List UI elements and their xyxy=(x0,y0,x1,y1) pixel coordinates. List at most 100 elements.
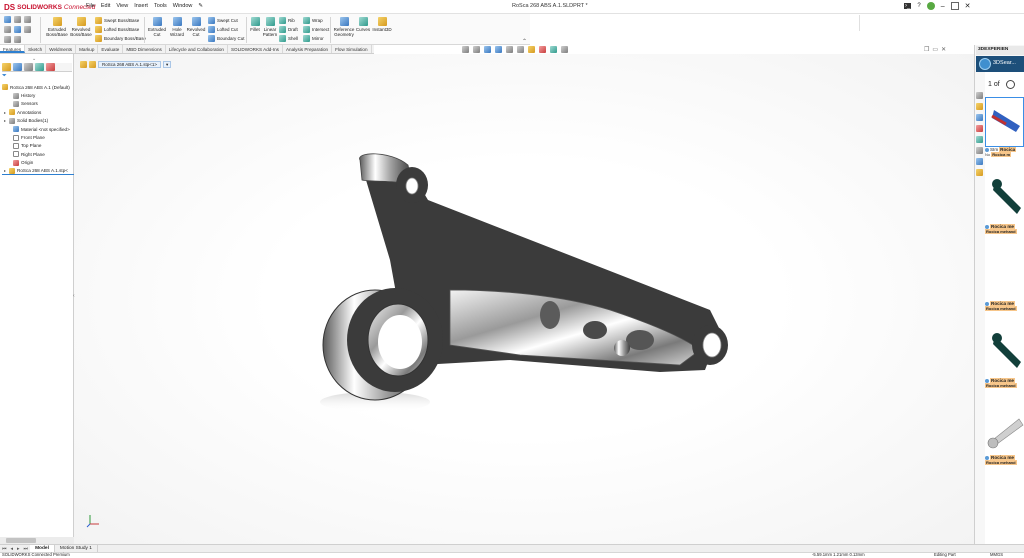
filter-icon[interactable]: ⏷ xyxy=(2,73,7,80)
home-button[interactable] xyxy=(4,16,11,23)
panel-splitter-handle[interactable]: ‹ xyxy=(73,293,75,299)
display-manager-tab-icon[interactable] xyxy=(46,63,55,71)
tab-mbd-dimensions[interactable]: MBD Dimensions xyxy=(123,45,166,53)
tab-markup[interactable]: Markup xyxy=(76,45,99,53)
custom-properties-icon[interactable] xyxy=(976,136,983,143)
new-button[interactable] xyxy=(14,16,21,23)
breadcrumb-dropdown[interactable]: ▾ xyxy=(163,60,172,68)
tab-addins[interactable]: SOLIDWORKS Add-Ins xyxy=(228,45,283,53)
extruded-cut-button[interactable]: Extruded Cut xyxy=(147,17,167,37)
print-button[interactable] xyxy=(24,26,31,33)
tab-flow-simulation[interactable]: Flow Simulation xyxy=(332,45,372,53)
feature-tree-tab-icon[interactable] xyxy=(2,63,11,71)
tree-item-imported-body[interactable]: ▸ RoSca 268 ABS A.1.stp< xyxy=(2,167,74,176)
reference-geometry-button[interactable]: Reference Geometry xyxy=(333,17,355,37)
tab-lifecycle[interactable]: Lifecycle and Collaboration xyxy=(166,45,228,53)
view-palette-icon[interactable] xyxy=(976,147,983,154)
tree-item-material[interactable]: Material <not specified> xyxy=(2,125,74,133)
revolved-boss-button[interactable]: Revolved Boss/Base xyxy=(70,17,92,37)
configuration-manager-tab-icon[interactable] xyxy=(24,63,33,71)
breadcrumb-item[interactable]: RoSca 268 ABS A.1.stp<1> xyxy=(98,60,162,68)
pin-icon[interactable]: ✎ xyxy=(198,3,203,9)
collapse-ribbon-icon[interactable]: ⌃ xyxy=(522,38,527,45)
result-thumbnail[interactable] xyxy=(985,97,1024,147)
dimxpert-tab-icon[interactable] xyxy=(35,63,44,71)
tab-analysis-preparation[interactable]: Analysis Preparation xyxy=(283,45,333,53)
appearance-icon[interactable] xyxy=(539,46,546,53)
maximize-icon[interactable] xyxy=(950,2,959,10)
options-button[interactable] xyxy=(14,36,21,43)
lofted-boss-button[interactable]: Lofted Boss/Base xyxy=(95,26,139,33)
shell-button[interactable]: Shell xyxy=(279,35,298,42)
file-explorer-icon[interactable] xyxy=(976,114,983,121)
result-thumbnail[interactable] xyxy=(985,251,1024,301)
boundary-cut-button[interactable]: Boundary Cut xyxy=(208,35,245,42)
search-result-item[interactable]: Rocica me Rocica mehand xyxy=(985,174,1024,234)
terminal-icon[interactable]: ›_ xyxy=(904,3,912,9)
menu-edit[interactable]: Edit xyxy=(101,3,110,9)
previous-view-icon[interactable] xyxy=(484,46,491,53)
select-button[interactable] xyxy=(4,36,11,43)
appearances-icon[interactable] xyxy=(976,125,983,132)
avatar[interactable] xyxy=(926,2,935,10)
rib-button[interactable]: Rib xyxy=(279,17,295,24)
revolved-cut-button[interactable]: Revolved Cut xyxy=(186,17,206,37)
feature-tree-scrollbar[interactable] xyxy=(0,537,74,544)
clock-icon[interactable] xyxy=(1005,80,1015,89)
tree-item-origin[interactable]: Origin xyxy=(2,159,74,167)
status-units[interactable]: MMGS xyxy=(990,552,1003,557)
result-thumbnail[interactable] xyxy=(985,328,1024,378)
compass-icon[interactable] xyxy=(979,58,991,70)
menu-insert[interactable]: Insert xyxy=(134,3,148,9)
tab-sketch[interactable]: Sketch xyxy=(25,45,47,53)
view-orientation-icon[interactable] xyxy=(506,46,513,53)
extruded-boss-button[interactable]: Extruded Boss/Base xyxy=(46,17,68,37)
tree-item-sensors[interactable]: Sensors xyxy=(2,100,74,108)
swept-boss-button[interactable]: Swept Boss/Base xyxy=(95,17,139,24)
view-settings-icon[interactable] xyxy=(561,46,568,53)
search-result-item[interactable]: Rocica me Rocica mehand xyxy=(985,328,1024,388)
tree-item-annotations[interactable]: ▸ Annotations xyxy=(2,108,74,116)
scrollbar-thumb[interactable] xyxy=(6,538,36,543)
linear-pattern-button[interactable]: Linear Pattern xyxy=(262,17,278,37)
curves-button[interactable]: Curves xyxy=(356,17,370,32)
part-icon[interactable] xyxy=(80,60,87,68)
3d-model-bracket[interactable] xyxy=(300,140,740,430)
tab-features[interactable]: Features xyxy=(0,45,26,53)
mirror-button[interactable]: Mirror xyxy=(303,35,324,42)
viewport-close-icon[interactable]: ✕ xyxy=(941,46,946,53)
menu-view[interactable]: View xyxy=(116,3,128,9)
result-thumbnail[interactable] xyxy=(985,174,1024,224)
search-result-item[interactable]: SIm Rocica No Rocica m xyxy=(985,97,1024,157)
scene-icon[interactable] xyxy=(550,46,557,53)
tree-item-front-plane[interactable]: Front Plane xyxy=(2,133,74,141)
instant3d-button[interactable]: Instant3D xyxy=(372,17,392,32)
section-view-icon[interactable] xyxy=(495,46,502,53)
result-thumbnail[interactable] xyxy=(985,405,1024,455)
tree-item-solid-bodies[interactable]: ▸ Solid Bodies(1) xyxy=(2,117,74,125)
feature-icon[interactable] xyxy=(89,60,96,68)
swept-cut-button[interactable]: Swept Cut xyxy=(208,17,238,24)
design-library-icon[interactable] xyxy=(976,103,983,110)
save-button[interactable] xyxy=(14,26,21,33)
hole-wizard-button[interactable]: Hole Wizard xyxy=(167,17,187,37)
help-icon[interactable]: ? xyxy=(917,3,920,9)
search-result-item[interactable]: Rocica me Rocica mehand xyxy=(985,405,1024,465)
wrap-button[interactable]: Wrap xyxy=(303,17,323,24)
resources-icon[interactable] xyxy=(976,92,983,99)
search-title[interactable]: 3DSear... xyxy=(993,60,1016,66)
menu-tools[interactable]: Tools xyxy=(154,3,167,9)
property-manager-tab-icon[interactable] xyxy=(13,63,22,71)
fillet-button[interactable]: Fillet xyxy=(248,17,262,32)
undo-button[interactable] xyxy=(24,16,31,23)
tab-weldments[interactable]: Weldments xyxy=(46,45,77,53)
display-style-icon[interactable] xyxy=(517,46,524,53)
restore-icon[interactable]: ❐ xyxy=(924,46,929,53)
menu-file[interactable]: File xyxy=(86,3,95,9)
tile-icon[interactable]: ▭ xyxy=(932,46,938,53)
intersect-button[interactable]: Intersect xyxy=(303,26,329,33)
search-result-item[interactable]: Rocica me Rocica mehand xyxy=(985,251,1024,311)
tree-item-history[interactable]: History xyxy=(2,91,74,99)
close-icon[interactable]: ✕ xyxy=(965,2,971,10)
hide-show-icon[interactable] xyxy=(528,46,535,53)
